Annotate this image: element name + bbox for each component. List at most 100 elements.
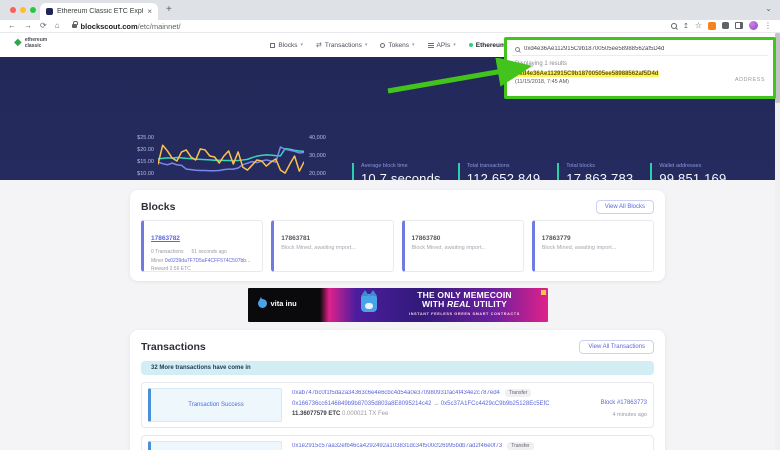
back-icon[interactable]: ← — [8, 22, 16, 30]
block-status: Block Mined, awaiting import... — [542, 245, 646, 251]
search-query-text[interactable]: 0xd4e36Ae112915C9b18700505ee58988562af5D… — [524, 46, 664, 52]
padlock-icon[interactable] — [72, 24, 77, 28]
miner-address-link[interactable]: 0x0239da7F7D5aF4CFF574C507bb... — [165, 258, 250, 264]
browser-menu-icon[interactable]: ⋮ — [764, 21, 772, 30]
search-icon[interactable] — [671, 23, 677, 29]
search-result-item[interactable]: 0xd4e36Ae112915C9b18700505ee58988562af5D… — [515, 71, 765, 85]
block-reward: Reward 2.56 ETC — [151, 266, 255, 272]
metamask-extension-icon[interactable] — [708, 22, 716, 30]
axis-tick: $25.00 — [137, 135, 154, 141]
share-icon[interactable]: ↥ — [683, 22, 689, 30]
axis-tick: $15.00 — [137, 159, 154, 165]
stat-label: Wallet addresses — [659, 163, 726, 169]
transaction-type-tag: Transfer — [507, 442, 533, 450]
view-all-blocks-button[interactable]: View All Blocks — [596, 200, 654, 214]
vita-inu-logo-icon — [258, 299, 267, 308]
blocks-card: Blocks View All Blocks 17863782 0 Transa… — [130, 190, 665, 281]
chevron-down-icon: ▾ — [365, 42, 368, 48]
ad-headline-line2: WITH REAL UTILITY — [386, 300, 544, 309]
nav-transactions-label: Transactions — [325, 42, 362, 49]
home-icon[interactable]: ⌂ — [55, 22, 60, 30]
result-type-label: ADDRESS — [735, 77, 765, 83]
sidebar-icon[interactable] — [735, 22, 743, 29]
nav-tokens-label: Tokens — [388, 42, 409, 49]
profile-avatar[interactable] — [749, 21, 758, 30]
ad-banner[interactable]: vita inu THE ONLY MEMECOIN WITH REAL UTI… — [248, 288, 548, 322]
forward-icon[interactable]: → — [24, 22, 32, 30]
blocks-section-title: Blocks — [141, 201, 175, 213]
block-card[interactable]: 17863781 Block Mined, awaiting import... — [271, 220, 393, 272]
block-card[interactable]: 17863780 Block Mined, awaiting import... — [402, 220, 524, 272]
result-address[interactable]: 0xd4e36Ae112915C9b18700505ee58988562af5D… — [515, 71, 659, 77]
block-number: 17863781 — [281, 235, 385, 242]
ad-tagline: INSTANT FEELESS GREEN SMART CONTRACTS — [386, 312, 544, 316]
maximize-window-button[interactable] — [30, 7, 36, 13]
browser-tab[interactable]: Ethereum Classic ETC Explorer × — [40, 3, 158, 20]
transactions-section-title: Transactions — [141, 341, 206, 353]
chevron-down-icon: ▾ — [301, 42, 304, 48]
arrow-right-icon: → — [433, 401, 439, 407]
axis-tick: $20.00 — [137, 147, 154, 153]
block-tx-count: 0 Transactions — [151, 249, 184, 255]
new-transactions-notification[interactable]: 32 More transactions have come in — [141, 361, 654, 375]
result-timestamp: (11/15/2018, 7:45 AM) — [515, 79, 659, 85]
search-input[interactable]: 0xd4e36Ae112915C9b18700505ee58988562af5D… — [512, 43, 768, 56]
minimize-window-button[interactable] — [20, 7, 26, 13]
nav-blocks-label: Blocks — [278, 42, 297, 49]
site-favicon — [46, 8, 53, 15]
block-age: 51 seconds ago — [192, 249, 227, 255]
ad-choices-icon[interactable] — [541, 290, 546, 295]
network-dot-icon — [469, 43, 473, 47]
address-url[interactable]: blockscout.com/etc/mainnet/ — [81, 22, 181, 31]
transaction-hash-link[interactable]: 0x1e2915c57aa32efb46ca4292492a103831dc34… — [292, 443, 502, 449]
tab-title: Ethereum Classic ETC Explorer — [57, 8, 143, 15]
dog-mascot-image — [361, 294, 377, 312]
nav-apis[interactable]: APIs ▾ — [428, 42, 456, 49]
nav-blocks[interactable]: Blocks ▾ — [270, 42, 303, 49]
url-path: /etc/mainnet/ — [138, 22, 181, 31]
block-status: Block Mined, awaiting import... — [412, 245, 516, 251]
extensions-icon[interactable] — [722, 22, 729, 29]
stat-label: Total transactions — [467, 163, 541, 169]
nav-apis-label: APIs — [437, 42, 451, 49]
window-controls[interactable] — [10, 7, 36, 13]
ad-brand-name: vita inu — [271, 299, 297, 308]
bookmark-star-icon[interactable]: ☆ — [695, 21, 702, 30]
chart-right-axis: 40,000 30,000 20,000 — [309, 135, 326, 177]
cube-icon — [270, 43, 275, 48]
block-number: 17863779 — [542, 235, 646, 242]
axis-tick: 30,000 — [309, 153, 326, 159]
block-number-link[interactable]: 17863782 — [151, 235, 180, 242]
reload-icon[interactable]: ⟳ — [40, 22, 47, 30]
url-domain: blockscout.com — [81, 22, 138, 31]
tab-close-icon[interactable]: × — [147, 8, 152, 16]
site-logo[interactable]: ◆ ethereum classic — [14, 37, 47, 49]
transaction-type-tag: Transfer — [505, 389, 531, 397]
stat-label: Total blocks — [566, 163, 633, 169]
block-link[interactable]: Block #17863773 — [601, 400, 647, 406]
stat-label: Average block time — [361, 163, 441, 169]
new-tab-button[interactable]: + — [166, 5, 172, 15]
logo-line2: classic — [25, 43, 42, 49]
from-address-link[interactable]: 0x166736cc6146849b9b87035d803a8E8095214c… — [292, 401, 431, 407]
transaction-age: 4 minutes ago — [559, 412, 647, 418]
chart-left-axis: $25.00 $20.00 $15.00 $10.00 — [128, 135, 154, 177]
search-icon — [515, 47, 520, 52]
transactions-card: Transactions View All Transactions 32 Mo… — [130, 330, 665, 450]
block-number: 17863780 — [412, 235, 516, 242]
axis-tick: $10.00 — [137, 171, 154, 177]
block-card-latest[interactable]: 17863782 0 Transactions51 seconds ago Mi… — [141, 220, 263, 272]
to-address-link[interactable]: 0x5c37A1FCc4429cC9b9b25128Ec5EfC71f91358… — [441, 401, 549, 407]
axis-tick: 40,000 — [309, 135, 326, 141]
transaction-hash-link[interactable]: 0xab747bc0f1f5da2a34363c6e4e6cbc4d54a0e3… — [292, 390, 500, 396]
etc-logo-icon: ◆ — [14, 38, 22, 48]
nav-transactions[interactable]: ⇄ Transactions ▾ — [316, 42, 367, 49]
browser-tab-strip: Ethereum Classic ETC Explorer × + ⌄ — [0, 0, 780, 20]
chrome-chevron-down-icon[interactable]: ⌄ — [765, 4, 772, 13]
view-all-transactions-button[interactable]: View All Transactions — [579, 340, 654, 354]
transaction-status-badge — [148, 441, 282, 450]
close-window-button[interactable] — [10, 7, 16, 13]
block-card[interactable]: 17863779 Block Mined, awaiting import... — [532, 220, 654, 272]
nav-tokens[interactable]: Tokens ▾ — [380, 42, 414, 49]
transaction-amount: 11.36077579 ETC — [292, 411, 340, 417]
